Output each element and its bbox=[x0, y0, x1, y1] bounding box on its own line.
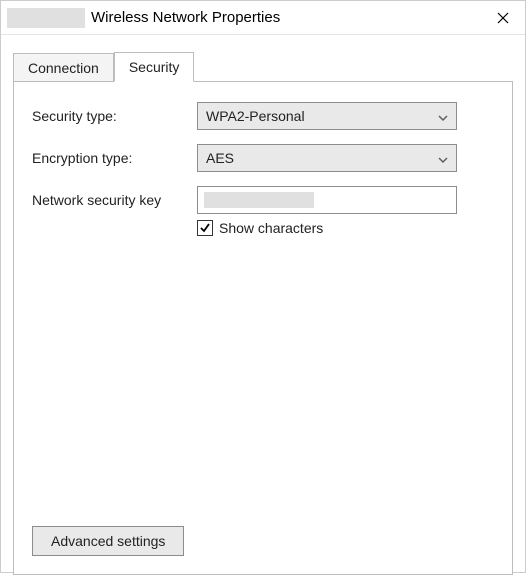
encryption-type-label: Encryption type: bbox=[32, 150, 197, 166]
network-key-label: Network security key bbox=[32, 192, 197, 208]
tab-panel-security: Security type: WPA2-Personal Encryption … bbox=[13, 81, 513, 575]
encryption-type-value: AES bbox=[206, 150, 234, 166]
encryption-type-select[interactable]: AES bbox=[197, 144, 457, 172]
tab-security-label: Security bbox=[129, 59, 180, 75]
security-type-value: WPA2-Personal bbox=[206, 108, 305, 124]
tab-security[interactable]: Security bbox=[114, 52, 195, 82]
titlebar-icon-placeholder bbox=[7, 8, 85, 28]
network-key-redacted bbox=[204, 192, 314, 208]
network-security-key-input[interactable] bbox=[197, 186, 457, 214]
show-characters-label: Show characters bbox=[219, 220, 323, 236]
security-type-select[interactable]: WPA2-Personal bbox=[197, 102, 457, 130]
advanced-settings-label: Advanced settings bbox=[51, 533, 165, 549]
tab-connection-label: Connection bbox=[28, 60, 99, 76]
chevron-down-icon bbox=[438, 108, 448, 124]
close-icon bbox=[497, 12, 509, 24]
checkmark-icon bbox=[199, 222, 211, 234]
window-title: Wireless Network Properties bbox=[91, 9, 480, 26]
advanced-settings-button[interactable]: Advanced settings bbox=[32, 526, 184, 556]
chevron-down-icon bbox=[438, 150, 448, 166]
show-characters-checkbox[interactable] bbox=[197, 220, 213, 236]
tab-connection[interactable]: Connection bbox=[13, 53, 114, 82]
security-type-label: Security type: bbox=[32, 108, 197, 124]
close-button[interactable] bbox=[480, 1, 525, 35]
tab-bar: Connection Security bbox=[13, 51, 513, 81]
titlebar: Wireless Network Properties bbox=[1, 1, 525, 35]
